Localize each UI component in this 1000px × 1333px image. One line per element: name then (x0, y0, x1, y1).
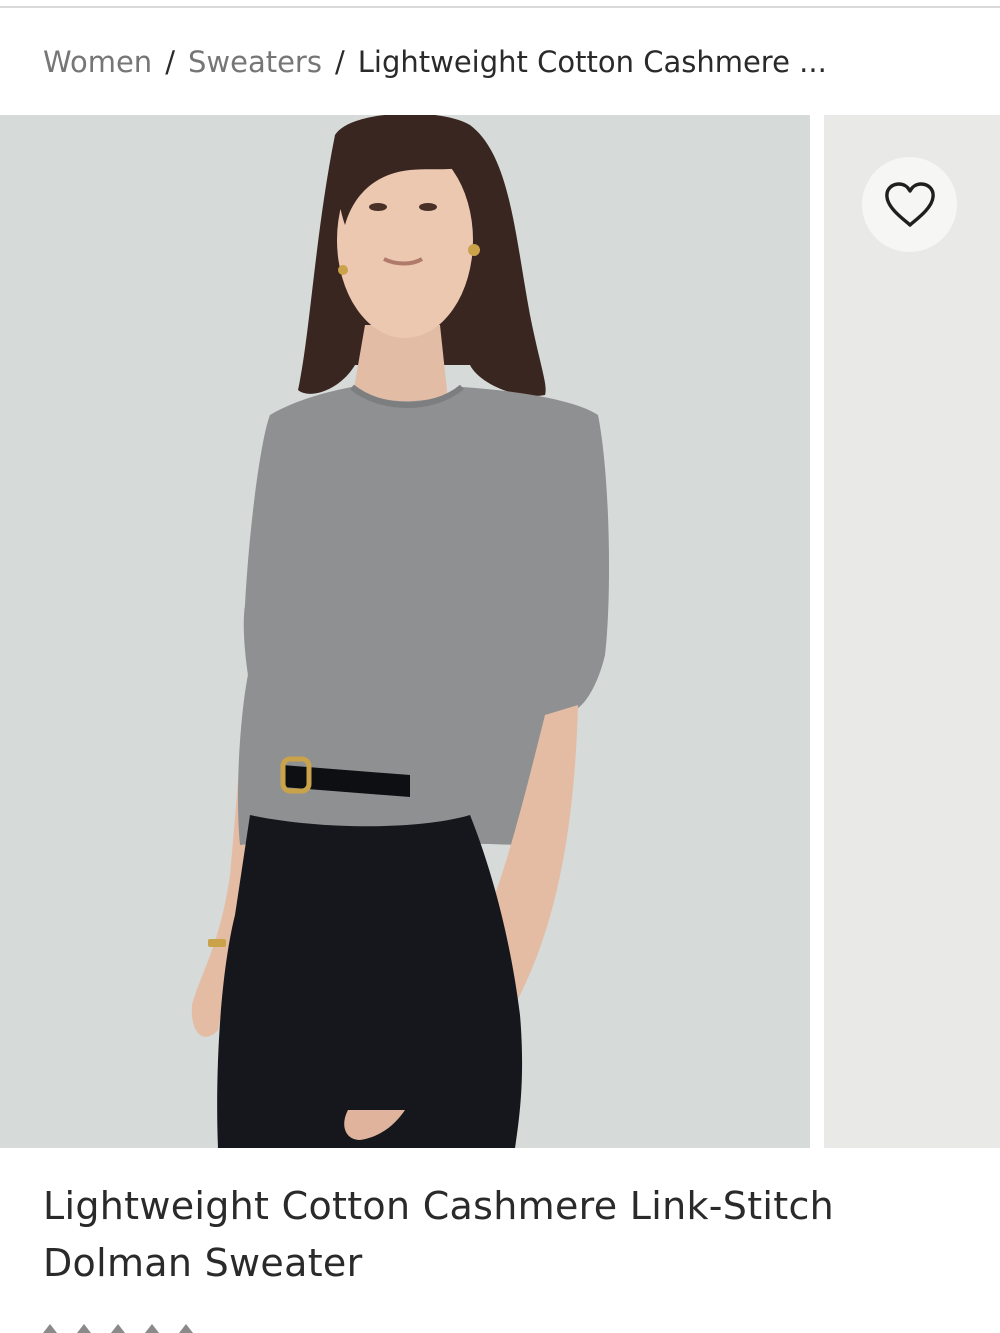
breadcrumb-link-women[interactable]: Women (43, 45, 152, 79)
star-icon (179, 1324, 193, 1333)
favorite-button[interactable] (862, 157, 957, 252)
star-icon (145, 1324, 159, 1333)
breadcrumb-link-sweaters[interactable]: Sweaters (188, 45, 322, 79)
breadcrumb-separator: / (334, 45, 345, 79)
product-title: Lightweight Cotton Cashmere Link-Stitch … (43, 1178, 943, 1292)
breadcrumb-current-page: Lightweight Cotton Cashmere ... (357, 45, 827, 79)
product-image-gallery[interactable] (0, 115, 1000, 1148)
top-divider (0, 6, 1000, 8)
rating-stars-partial (43, 1324, 193, 1333)
model-pants (217, 815, 523, 1148)
model-photo (191, 115, 610, 1148)
star-icon (111, 1324, 125, 1333)
product-image-next-preview[interactable] (824, 115, 1000, 1148)
star-icon (77, 1324, 91, 1333)
breadcrumb: Women / Sweaters / Lightweight Cotton Ca… (43, 38, 827, 86)
product-title-line-2: Dolman Sweater (43, 1241, 363, 1285)
heart-outline-icon (884, 181, 935, 227)
product-image-main[interactable] (0, 115, 810, 1148)
breadcrumb-separator: / (165, 45, 175, 79)
star-icon (43, 1324, 57, 1333)
product-title-line-1: Lightweight Cotton Cashmere Link-Stitch (43, 1184, 835, 1228)
